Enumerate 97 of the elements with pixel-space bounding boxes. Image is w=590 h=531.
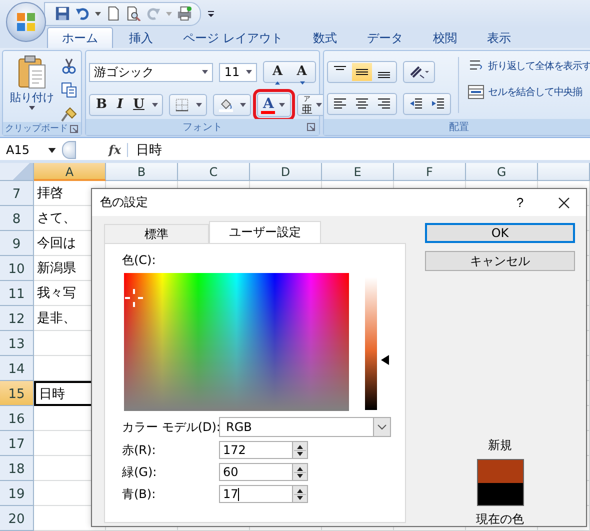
row-header[interactable]: 16 (0, 406, 34, 431)
scissors-icon[interactable] (61, 58, 77, 74)
dropdown-icon (202, 70, 208, 74)
dropdown-icon (279, 103, 286, 107)
group-label: フォント (182, 121, 222, 134)
dropdown-icon (316, 103, 322, 107)
row-header[interactable]: 12 (0, 306, 34, 331)
customize-toolbar-icon[interactable] (207, 10, 215, 18)
print-icon[interactable] (177, 6, 192, 21)
grow-font-button[interactable]: A (266, 63, 289, 81)
dropdown-icon (246, 70, 252, 74)
bold-button[interactable]: B (92, 96, 111, 114)
dropdown-icon[interactable] (152, 103, 158, 107)
swatch-label: 現在の色 (476, 511, 524, 528)
ribbon-tab[interactable]: 表示 (472, 28, 525, 48)
dropdown-icon (48, 148, 56, 152)
align-lines-icon (377, 72, 391, 78)
slider-arrow-icon[interactable] (381, 355, 389, 366)
ribbon-tab[interactable]: 挿入 (115, 28, 167, 48)
paste-button[interactable]: 貼り付け (9, 55, 55, 122)
print-preview-icon[interactable] (126, 6, 141, 21)
spin-arrows-icon (294, 464, 306, 480)
field-label: 赤(R): (122, 442, 157, 458)
undo-icon[interactable] (75, 6, 90, 21)
shrink-font-button[interactable]: A (290, 63, 313, 81)
column-header[interactable]: E (322, 163, 394, 181)
formula-field[interactable]: 日時 (128, 141, 162, 159)
spin-arrows-icon (294, 442, 306, 458)
column-header[interactable]: B (106, 163, 178, 181)
office-logo-icon (15, 11, 37, 33)
number-field[interactable]: 172 (219, 441, 308, 459)
dropdown-icon[interactable] (240, 103, 246, 107)
clipboard-icon (17, 55, 47, 89)
row-header[interactable]: 18 (0, 456, 34, 481)
number-field[interactable]: 60 (219, 463, 308, 481)
insert-function-button[interactable]: fx (76, 143, 128, 157)
row-header[interactable]: 15 (0, 381, 34, 406)
swatch-label: 新規 (488, 437, 512, 454)
number-field[interactable]: 17 (219, 485, 308, 503)
field-label: 青(B): (122, 486, 157, 502)
help-button[interactable]: ? (498, 194, 542, 211)
close-icon (558, 196, 570, 208)
row-header[interactable]: 13 (0, 331, 34, 356)
vertical-align-button[interactable] (352, 63, 372, 81)
italic-button[interactable]: I (113, 96, 128, 114)
chevron-down-icon (377, 424, 387, 430)
ribbon-tab[interactable]: ホーム (47, 27, 113, 48)
format-painter-icon[interactable] (61, 106, 77, 122)
ribbon-tab[interactable]: 数式 (298, 28, 351, 48)
crosshair-icon (125, 289, 143, 307)
field-label: 色(C): (122, 252, 157, 269)
row-header[interactable]: 8 (0, 206, 34, 231)
merge-center-button[interactable]: セルを結合して中央揃 (466, 85, 590, 99)
dialog-launcher-icon[interactable] (307, 123, 315, 131)
color-spectrum[interactable] (124, 273, 349, 411)
column-header[interactable]: A (34, 163, 106, 181)
color-model-select[interactable]: RGB (219, 417, 391, 437)
caret-icon (29, 106, 35, 110)
dialog-button[interactable]: OK (425, 223, 575, 243)
row-header[interactable]: 19 (0, 481, 34, 506)
dialog-tab[interactable]: ユーザー設定 (209, 221, 321, 243)
up-arrow-icon (275, 81, 280, 85)
dialog-launcher-icon[interactable] (70, 124, 78, 132)
row-header[interactable]: 11 (0, 281, 34, 306)
row-header[interactable]: 14 (0, 356, 34, 381)
row-header[interactable]: 9 (0, 231, 34, 256)
column-header[interactable]: C (178, 163, 250, 181)
row-header[interactable]: 10 (0, 256, 34, 281)
dialog-button[interactable]: キャンセル (425, 251, 575, 271)
row-header[interactable]: 17 (0, 431, 34, 456)
splitter-handle[interactable] (62, 141, 76, 159)
ribbon-tab[interactable]: ページ レイアウト (169, 28, 297, 48)
field-label: 緑(G): (122, 464, 158, 480)
new-document-icon[interactable] (106, 6, 121, 21)
spin-arrows-icon (294, 486, 306, 502)
font-size-field[interactable]: 11 (219, 62, 258, 82)
font-name-field[interactable]: 游ゴシック (89, 62, 214, 82)
column-header[interactable]: D (250, 163, 322, 181)
ribbon-tab[interactable]: データ (352, 28, 417, 48)
column-header[interactable]: F (394, 163, 466, 181)
dropdown-icon[interactable] (95, 12, 101, 16)
merge-cells-icon (466, 85, 486, 99)
dropdown-icon[interactable] (196, 103, 202, 107)
field-label: カラー モデル(D): (122, 418, 219, 436)
group-label: クリップボード (5, 122, 68, 135)
row-header[interactable]: 7 (0, 181, 34, 206)
copy-icon[interactable] (61, 82, 77, 98)
column-header[interactable]: G (466, 163, 538, 181)
group-label: 配置 (449, 120, 470, 134)
save-icon[interactable] (55, 6, 70, 21)
align-lines-icon (355, 69, 369, 75)
name-box[interactable]: A15 (0, 140, 62, 160)
ribbon-tab[interactable]: 校閲 (418, 28, 471, 48)
underline-button[interactable]: U (129, 96, 148, 114)
align-lines-icon (333, 66, 347, 70)
down-arrow-icon (300, 81, 305, 85)
row-header[interactable]: 20 (0, 506, 34, 531)
